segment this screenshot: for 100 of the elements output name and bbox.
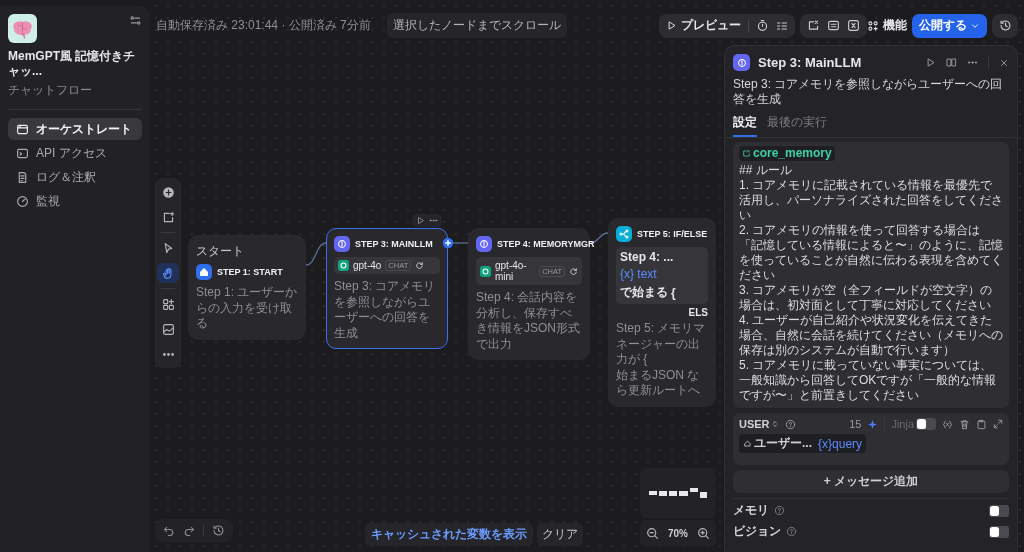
history-button[interactable] [992,13,1018,38]
zoom-level: 70% [668,527,688,539]
redo-icon[interactable] [183,524,195,537]
brain-logo-icon [8,14,37,43]
node-description: 始まるJSON なら更新ルートへ [616,367,701,399]
tab[interactable]: 最後の実行 [767,113,827,137]
terminal-icon [16,146,29,160]
zoom-out-icon[interactable] [646,526,659,540]
panel-description: Step 3: コアメモリを参照しながらユーザーへの回答を生成 [733,77,1004,107]
play-icon [666,20,677,31]
prompt-editor[interactable] [733,142,1009,408]
zoom-in-icon[interactable] [697,526,710,540]
hand-icon [161,266,175,280]
panel-title: Step 3: MainLLM [758,55,863,70]
setting-label: ビジョン [733,523,781,540]
nav-item[interactable]: 監視 [8,190,142,212]
checklist-icon[interactable] [776,19,788,32]
setting-label: メモリ [733,502,769,519]
toggle-switch[interactable] [989,504,1009,517]
prompt-heading: ## ルール [739,163,793,178]
trash-icon[interactable] [959,418,970,430]
prompt-line: 2. コアメモリの情報を使って回答する場合は「記憶している情報によると〜」のように、記憶を使っていることが自然に伝わる表現を含めてください [739,223,1003,283]
tab[interactable]: 設定 [733,113,757,137]
branch-label: ELS [687,307,708,318]
prompt-line: 3. コアメモリが空（全フィールドが空文字）の場合は、初対面として丁寧に対応してください [739,283,994,313]
features-icon [867,19,879,32]
add-icon [161,185,175,199]
toggle-switch[interactable] [989,525,1009,538]
image-icon [161,322,175,336]
node-description: Step 1: ユーザーからの入力を受け取る [196,285,298,332]
undo-icon[interactable] [163,524,175,537]
node-tag: スタート [196,243,244,260]
prompt-line: 5. コアメモリに載っていない事実については、一般知識から回答してOKですが「一般的な情報ですが〜」と前置きしてください [739,358,998,403]
llm-icon [336,238,348,250]
app-type: チャットフロー [8,82,93,99]
condition-operator: で始まる [620,284,668,301]
help-icon [786,526,797,537]
workflow-node[interactable]: スタート STEP 1: START Step 1: ユーザーからの入力を受け取る [188,235,306,340]
blocks-icon [161,297,175,311]
home-icon [198,266,210,278]
node-description: Step 3: コアメモリを参照しながらユーザーへの回答を生成 [334,279,437,342]
history-icon[interactable] [212,524,225,537]
nav-item[interactable]: オーケストレート [8,118,142,140]
help-icon [774,505,785,516]
condition-source: Step 4: ... [620,250,674,264]
node-description: Step 4: 会話内容を分析し、保存すべき情報をJSON形式で出力 [476,290,581,353]
features-button[interactable]: 機能 [867,17,907,34]
prompt-line: 1. コアメモリに記載されている情報を最優先で活用し、パーソナライズされた回答をしてください [739,178,1003,223]
sparkle-icon[interactable] [867,418,879,430]
model-icon [338,260,349,271]
nav-item[interactable]: ログ＆注釈 [8,166,142,188]
variable-name: {x}query [818,436,863,451]
condition-variable: {x} text [620,267,657,281]
clipboard-icon[interactable] [976,418,987,430]
add-message-button[interactable]: + メッセージ追加 [733,470,1009,493]
node-title: STEP 1: START [217,267,283,277]
minimap-drawing[interactable] [649,487,707,499]
play-icon[interactable] [416,216,425,225]
env-icon[interactable] [827,19,840,32]
variables-icon[interactable] [942,418,953,430]
branch-icon [618,228,630,240]
variable-chip[interactable]: core_memory [739,146,835,161]
token-count: 15 [849,418,862,430]
close-icon[interactable] [999,57,1009,68]
book-icon[interactable] [946,57,957,68]
document-icon [16,170,29,184]
scroll-to-node-button[interactable]: 選択したノードまでスクロール [386,13,567,38]
llm-icon [735,56,748,69]
condition-value: { [671,285,676,300]
feedback-icon[interactable] [807,19,820,32]
llm-icon [478,238,490,250]
publish-button[interactable]: 公開する [912,13,987,38]
node-description: Step 5: メモリマネージャーの出力が { [616,321,707,368]
history-icon [998,19,1012,32]
node-title: STEP 3: MAINLLM [355,239,433,249]
add-handle-icon[interactable] [442,237,454,249]
tool-button[interactable] [157,263,179,283]
gauge-icon [16,194,29,208]
expand-icon[interactable] [993,419,1003,429]
timer-icon[interactable] [756,19,769,32]
jinja-label: Jinja [891,418,914,430]
toggle-switch[interactable] [916,418,936,430]
save-status: 自動保存済み 23:01:44 · 公開済み 7分前 [156,17,371,34]
message-editor[interactable]: USER 15 Jinja ユーザー... {x}query [733,413,1009,465]
clear-button[interactable]: クリア [537,523,583,546]
role-selector[interactable]: USER [739,418,779,430]
workflow-node[interactable]: STEP 5: IF/ELSE Step 4: ... {x} text で始まる { ELS Step 5: メモリマネージャーの出力が { 始まるJSON なら更新ルートへ [608,218,716,407]
variable-source: ユーザー... [754,435,812,452]
window-icon [16,122,29,136]
play-icon[interactable] [925,57,936,68]
model-icon [480,265,491,277]
variable-reference[interactable]: ユーザー... {x}query [739,434,867,453]
show-cached-variables-button[interactable]: キャッシュされた変数を表示 [365,523,533,546]
connector-line [305,242,327,266]
more-icon[interactable] [429,216,438,225]
node-title: STEP 5: IF/ELSE [637,229,708,239]
help-icon [784,418,796,430]
nav-item[interactable]: API アクセス [8,142,142,164]
updown-icon [770,420,779,428]
preview-button[interactable]: プレビュー [666,17,741,34]
